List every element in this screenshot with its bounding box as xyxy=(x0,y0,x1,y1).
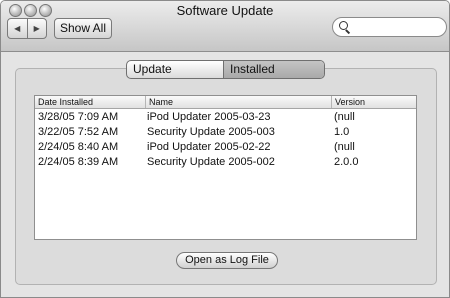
forward-arrow-icon[interactable]: ▶ xyxy=(28,19,47,38)
back-arrow-icon[interactable]: ◀ xyxy=(8,19,28,38)
table-row[interactable]: 3/22/05 7:52 AM Security Update 2005-003… xyxy=(35,125,416,140)
window-title: Software Update xyxy=(176,3,274,18)
open-as-log-file-button[interactable]: Open as Log File xyxy=(176,252,278,269)
search-input[interactable] xyxy=(332,17,447,37)
table-row[interactable]: 2/24/05 8:40 AM iPod Updater 2005-02-22 … xyxy=(35,140,416,155)
column-header-name[interactable]: Name xyxy=(145,96,332,108)
cell-date: 3/28/05 7:09 AM xyxy=(38,111,119,123)
column-header-date[interactable]: Date Installed xyxy=(35,96,145,108)
cell-name: iPod Updater 2005-02-22 xyxy=(147,141,271,153)
cell-name: Security Update 2005-003 xyxy=(147,126,275,138)
cell-name: Security Update 2005-002 xyxy=(147,156,275,168)
magnifier-icon xyxy=(339,21,348,30)
titlebar: Software Update ◀ ▶ Show All xyxy=(1,1,449,52)
table-header: Date Installed Name Version xyxy=(35,96,416,109)
tab-update-software[interactable]: Update Software xyxy=(127,61,224,78)
cell-version: (null xyxy=(334,111,355,123)
tab-control: Update Software Installed Updates xyxy=(126,60,325,79)
show-all-button[interactable]: Show All xyxy=(54,18,112,39)
column-header-version[interactable]: Version xyxy=(331,96,415,108)
cell-version: (null xyxy=(334,141,355,153)
tab-installed-updates[interactable]: Installed Updates xyxy=(224,61,324,78)
table-row[interactable]: 3/28/05 7:09 AM iPod Updater 2005-03-23 … xyxy=(35,110,416,125)
cell-name: iPod Updater 2005-03-23 xyxy=(147,111,271,123)
cell-version: 2.0.0 xyxy=(334,156,359,168)
table-row[interactable]: 2/24/05 8:39 AM Security Update 2005-002… xyxy=(35,155,416,170)
cell-date: 2/24/05 8:40 AM xyxy=(38,141,119,153)
software-update-window: Software Update ◀ ▶ Show All Update Soft… xyxy=(0,0,450,298)
back-forward-buttons: ◀ ▶ xyxy=(7,18,47,39)
cell-date: 3/22/05 7:52 AM xyxy=(38,126,119,138)
cell-date: 2/24/05 8:39 AM xyxy=(38,156,119,168)
installed-updates-table: Date Installed Name Version 3/28/05 7:09… xyxy=(34,95,417,240)
cell-version: 1.0 xyxy=(334,126,350,138)
